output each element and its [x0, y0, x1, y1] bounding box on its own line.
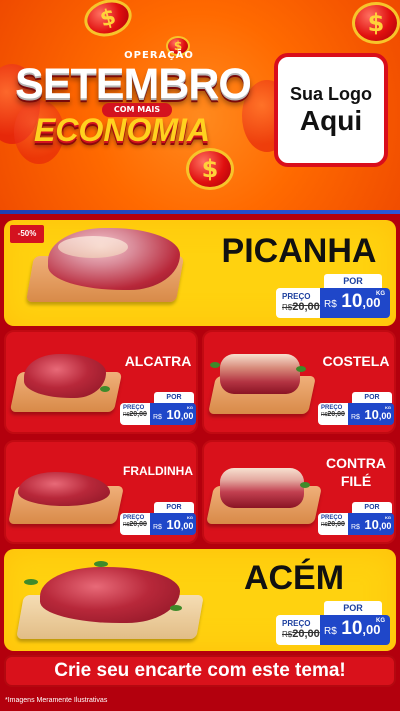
- unit-label: KG: [187, 515, 193, 520]
- header-divider: [0, 210, 400, 214]
- price-old-block: PREÇO R$20,00: [120, 513, 150, 535]
- product-card-fraldinha: FRALDINHA POR PREÇO R$20,00 R$ 10,00 KG: [4, 440, 198, 544]
- campaign-subtitle: ECONOMIA: [34, 112, 210, 148]
- price-old-block: PREÇO R$20,00: [318, 403, 348, 425]
- old-price: R$20,00: [282, 301, 320, 313]
- meat-image: [40, 567, 180, 623]
- new-price: R$ 10,00 KG: [348, 403, 394, 425]
- meat-image: [220, 354, 300, 394]
- price-tag: POR PREÇO R$20,00 R$ 10,00 KG: [318, 502, 394, 535]
- price-tag: POR PREÇO R$20,00 R$ 10,00 KG: [276, 601, 390, 645]
- price-por-label: POR: [154, 502, 194, 513]
- old-price: R$20,00: [321, 521, 345, 528]
- product-card-picanha: -50% PICANHA POR PREÇO R$20,00 R$ 10,00 …: [4, 220, 396, 326]
- unit-label: KG: [376, 291, 385, 297]
- price-tag: POR PREÇO R$20,00 R$ 10,00 KG: [276, 274, 390, 318]
- meat-image: [24, 354, 106, 398]
- cta-banner: Crie seu encarte com este tema!: [4, 655, 396, 687]
- old-price: R$20,00: [282, 628, 320, 640]
- herb-garnish: [94, 561, 108, 567]
- unit-label: KG: [385, 405, 391, 410]
- product-name-line-1: CONTRA: [326, 455, 386, 471]
- new-price: R$ 10,00 KG: [320, 288, 390, 318]
- product-name: PICANHA: [221, 232, 377, 270]
- new-price: R$ 10,00 KG: [150, 403, 196, 425]
- meat-image: [18, 472, 110, 506]
- unit-label: KG: [187, 405, 193, 410]
- logo-line-1: Sua Logo: [290, 83, 372, 104]
- herb-garnish: [210, 362, 220, 368]
- price-por-label: POR: [324, 274, 382, 288]
- price-por-label: POR: [352, 502, 392, 513]
- price-tag: POR PREÇO R$20,00 R$ 10,00 KG: [318, 392, 394, 425]
- product-card-costela: COSTELA POR PREÇO R$20,00 R$ 10,00 KG: [202, 330, 396, 434]
- meat-image: [220, 468, 304, 508]
- price-old-block: PREÇO R$20,00: [318, 513, 348, 535]
- herb-garnish: [24, 579, 38, 585]
- price-old-block: PREÇO R$20,00: [276, 288, 320, 318]
- product-card-acem: ACÉM POR PREÇO R$20,00 R$ 10,00 KG: [4, 549, 396, 651]
- disclaimer-text: *Imagens Meramente Ilustrativas: [0, 692, 400, 711]
- campaign-title: SETEMBRO: [15, 60, 252, 108]
- new-price: R$ 10,00 KG: [348, 513, 394, 535]
- header-banner: $ $ $ $ OPERAÇÃO SETEMBRO COM MAIS ECONO…: [0, 0, 400, 214]
- meat-fat: [58, 236, 128, 258]
- unit-label: KG: [385, 515, 391, 520]
- herb-garnish: [100, 386, 110, 392]
- price-por-label: POR: [154, 392, 194, 403]
- herb-garnish: [170, 605, 182, 611]
- price-old-block: PREÇO R$20,00: [276, 615, 320, 645]
- store-logo-placeholder: Sua Logo Aqui: [274, 53, 388, 167]
- product-card-contra-file: CONTRA FILÉ POR PREÇO R$20,00 R$ 10,00 K…: [202, 440, 396, 544]
- new-price: R$ 10,00 KG: [150, 513, 196, 535]
- old-price: R$20,00: [123, 521, 147, 528]
- price-tag: POR PREÇO R$20,00 R$ 10,00 KG: [120, 502, 196, 535]
- coin-icon: $: [186, 148, 234, 190]
- coin-icon: $: [352, 2, 400, 44]
- product-name: COSTELA: [322, 353, 390, 369]
- old-price: R$20,00: [123, 411, 147, 418]
- product-name-line-2: FILÉ: [340, 473, 372, 489]
- price-por-label: POR: [352, 392, 392, 403]
- price-por-label: POR: [324, 601, 382, 615]
- logo-line-2: Aqui: [299, 104, 363, 136]
- discount-badge: -50%: [10, 225, 44, 243]
- new-price: R$ 10,00 KG: [320, 615, 390, 645]
- product-card-alcatra: ALCATRA POR PREÇO R$20,00 R$ 10,00 KG: [4, 330, 198, 434]
- product-name: FRALDINHA: [123, 464, 193, 478]
- herb-garnish: [296, 366, 306, 372]
- old-price: R$20,00: [321, 411, 345, 418]
- herb-garnish: [300, 482, 310, 488]
- coin-icon: $: [80, 0, 136, 42]
- product-name: CONTRA FILÉ: [314, 454, 394, 490]
- product-name: ALCATRA: [124, 353, 192, 369]
- product-name: ACÉM: [243, 559, 345, 597]
- price-old-block: PREÇO R$20,00: [120, 403, 150, 425]
- unit-label: KG: [376, 618, 385, 624]
- price-label: PREÇO: [282, 292, 311, 301]
- price-label: PREÇO: [282, 619, 311, 628]
- price-tag: POR PREÇO R$20,00 R$ 10,00 KG: [120, 392, 196, 425]
